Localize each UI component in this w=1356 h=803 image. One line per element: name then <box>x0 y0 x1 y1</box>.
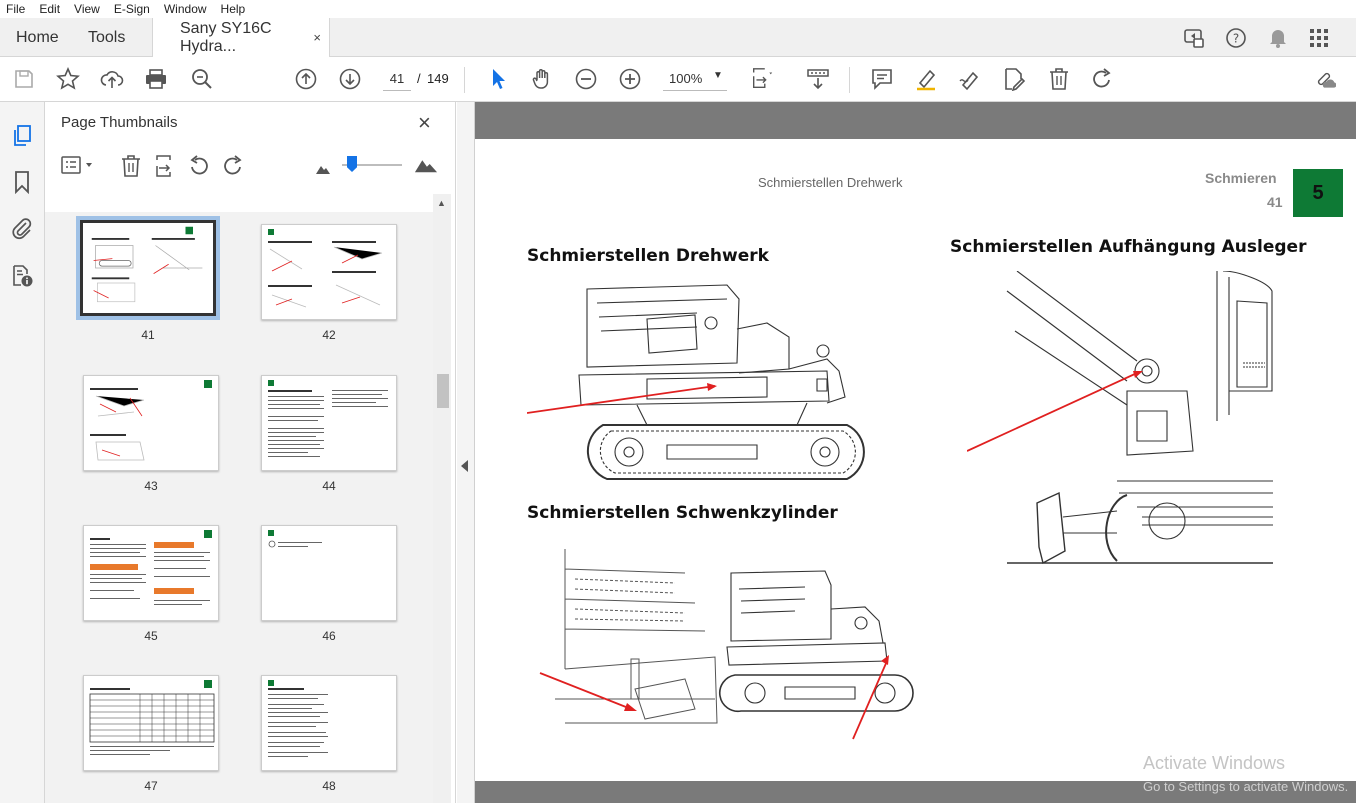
document-viewer: Schmierstellen Drehwerk Schmieren 41 5 S… <box>457 102 1356 803</box>
page-number-label: 41 <box>1267 194 1283 210</box>
zoom-level-select[interactable]: 100% ▼ <box>663 67 727 91</box>
thumbnail-size-slider-handle[interactable] <box>347 156 357 172</box>
heading-aufhaengung-ausleger: Schmierstellen Aufhängung Ausleger <box>950 237 1307 257</box>
apps-grid-icon[interactable] <box>1307 26 1331 50</box>
print-icon[interactable] <box>144 67 168 91</box>
thumbnail-page-45[interactable] <box>83 525 219 621</box>
menu-bar: File Edit View E-Sign Window Help <box>0 0 1356 18</box>
menu-help[interactable]: Help <box>221 2 246 16</box>
hand-tool-icon[interactable] <box>530 67 554 91</box>
bookmark-icon[interactable] <box>10 170 34 194</box>
zoom-in-icon[interactable] <box>618 67 642 91</box>
page-thumbnails-panel: Page Thumbnails × 41 42 43 44 45 46 47 4… <box>45 102 456 803</box>
thumbnail-page-41[interactable] <box>76 216 220 320</box>
next-page-icon[interactable] <box>338 67 362 91</box>
document-info-icon[interactable] <box>10 264 34 288</box>
collapse-panel-handle[interactable] <box>457 102 475 803</box>
thumbnail-page-47[interactable] <box>83 675 219 771</box>
scroll-mode-icon[interactable] <box>806 67 830 91</box>
svg-text:?: ? <box>1233 32 1239 46</box>
panel-close-icon[interactable]: × <box>418 110 431 136</box>
zoom-search-icon[interactable] <box>190 67 214 91</box>
thumbnail-small-mountain-icon <box>311 156 335 180</box>
scroll-up-icon[interactable]: ▲ <box>437 198 446 208</box>
total-pages: 149 <box>427 71 449 86</box>
drehwerk-diagram <box>527 284 865 480</box>
thumbnail-page-44[interactable] <box>261 375 397 471</box>
thumbnail-label: 45 <box>144 629 158 643</box>
thumbnail-label: 47 <box>144 779 158 793</box>
tab-document-label: Sany SY16C Hydra... <box>180 20 272 55</box>
thumbnail-page-46[interactable] <box>261 525 397 621</box>
thumbnail-page-48[interactable] <box>261 675 397 771</box>
tab-bar: Home Tools Sany SY16C Hydra... × ? <box>0 18 1356 58</box>
tab-document[interactable]: Sany SY16C Hydra... × <box>152 18 330 58</box>
thumbnail-label: 46 <box>322 629 336 643</box>
tab-home[interactable]: Home <box>16 18 59 57</box>
page-number-input[interactable] <box>383 67 411 91</box>
section-title: Schmieren <box>1205 170 1277 186</box>
thumbnail-scrollbar[interactable]: ▲ <box>433 194 451 803</box>
navigation-rail <box>0 102 45 803</box>
schwenkzylinder-diagram <box>539 549 914 740</box>
sign-pen-icon[interactable] <box>958 67 982 91</box>
thumbnail-label: 42 <box>322 328 336 342</box>
attachment-paperclip-icon[interactable] <box>10 216 34 240</box>
zoom-level-value: 100% <box>669 71 703 86</box>
thumbnail-page-42[interactable] <box>261 224 397 320</box>
tab-tools[interactable]: Tools <box>88 18 125 57</box>
toolbar-divider <box>849 67 850 93</box>
help-icon[interactable]: ? <box>1224 26 1248 50</box>
select-cursor-icon[interactable] <box>486 67 510 91</box>
thumbnail-page-43[interactable] <box>83 375 219 471</box>
highlight-pen-icon[interactable] <box>914 67 938 91</box>
activate-windows-title: Activate Windows <box>1143 753 1286 773</box>
main-toolbar: / 149 100% ▼ <box>0 57 1356 102</box>
activate-windows-subtitle: Go to Settings to activate Windows. <box>1143 779 1349 794</box>
delete-trash-icon[interactable] <box>1047 67 1071 91</box>
heading-schwenkzylinder: Schmierstellen Schwenkzylinder <box>527 503 838 523</box>
page-thumbnails-icon[interactable] <box>10 124 34 148</box>
menu-window[interactable]: Window <box>164 2 207 16</box>
menu-view[interactable]: View <box>74 2 100 16</box>
share-screen-icon[interactable] <box>1182 26 1206 50</box>
menu-edit[interactable]: Edit <box>39 2 60 16</box>
rotate-clockwise-icon[interactable] <box>221 154 245 178</box>
menu-file[interactable]: File <box>6 2 25 16</box>
thumbnail-label: 44 <box>322 479 336 493</box>
heading-drehwerk: Schmierstellen Drehwerk <box>527 246 769 266</box>
thumbnail-grid: 41 42 43 44 45 46 47 48 <box>45 212 433 803</box>
page-header-title: Schmierstellen Drehwerk <box>758 175 903 190</box>
page-separator: / <box>417 71 421 86</box>
thumbnail-label: 41 <box>141 328 155 342</box>
thumbnail-label: 43 <box>144 479 158 493</box>
rotate-redo-icon[interactable] <box>1090 67 1114 91</box>
edit-document-icon[interactable] <box>1002 67 1026 91</box>
scrollbar-thumb[interactable] <box>437 374 449 408</box>
thumbnail-options-icon[interactable] <box>59 154 97 178</box>
notification-bell-icon[interactable] <box>1266 26 1290 50</box>
tab-close-icon[interactable]: × <box>313 30 321 45</box>
bookmark-star-icon[interactable] <box>56 67 80 91</box>
previous-page-icon[interactable] <box>294 67 318 91</box>
thumbnail-label: 48 <box>322 779 336 793</box>
thumbnail-large-mountain-icon <box>414 152 438 176</box>
comment-icon[interactable] <box>870 67 894 91</box>
menu-esign[interactable]: E-Sign <box>114 2 150 16</box>
rotate-counterclockwise-icon[interactable] <box>187 154 211 178</box>
panel-title: Page Thumbnails <box>61 114 178 131</box>
upload-cloud-icon[interactable] <box>100 67 124 91</box>
chevron-down-icon: ▼ <box>713 70 723 81</box>
collapse-arrow-icon[interactable] <box>461 460 468 472</box>
save-icon[interactable] <box>12 67 36 91</box>
zoom-out-icon[interactable] <box>574 67 598 91</box>
aufhaengung-ausleger-diagram <box>967 271 1273 565</box>
toolbar-divider <box>464 67 465 93</box>
chapter-badge: 5 <box>1293 169 1343 217</box>
page-fit-icon[interactable] <box>750 67 774 91</box>
share-link-icon[interactable] <box>1312 67 1336 91</box>
thumbnail-insert-page-icon[interactable] <box>153 154 177 178</box>
thumbnail-delete-icon[interactable] <box>119 154 143 178</box>
pdf-page: Schmierstellen Drehwerk Schmieren 41 5 S… <box>475 139 1356 794</box>
